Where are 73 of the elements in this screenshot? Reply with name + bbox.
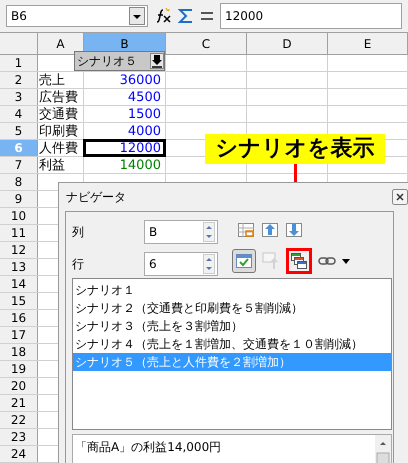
row-label-cell: 広告費 <box>38 90 78 104</box>
cell-reference: B6 <box>10 8 27 25</box>
row-label-cell: 交通費 <box>38 108 78 120</box>
end-icon[interactable] <box>286 223 302 237</box>
contents-toggle-button[interactable] <box>232 249 256 273</box>
row-header[interactable]: 7 <box>0 157 38 173</box>
row-header[interactable]: 11 <box>0 225 38 241</box>
spin-arrows-icon[interactable] <box>203 222 215 242</box>
row-header[interactable]: 23 <box>0 429 38 445</box>
start-icon[interactable] <box>262 223 278 237</box>
row-label: 行 <box>72 256 85 273</box>
value-cell-text: 12000 <box>120 142 162 154</box>
row-header[interactable]: 13 <box>0 259 38 275</box>
row-label-cell: 利益 <box>38 158 65 172</box>
row-header[interactable]: 18 <box>0 344 38 360</box>
row-header[interactable]: 14 <box>0 276 38 292</box>
row-header[interactable]: 1 <box>0 55 38 71</box>
row-spin-field[interactable]: 6 <box>144 252 218 276</box>
column-header[interactable]: D <box>247 33 328 54</box>
value-cell-text: 14000 <box>120 158 162 172</box>
row-label-cell: 売上 <box>38 74 65 86</box>
formula-input[interactable]: 12000 <box>220 3 402 29</box>
row-header[interactable]: 15 <box>0 293 38 309</box>
row-header[interactable]: 12 <box>0 242 38 258</box>
scenario-item[interactable]: シナリオ２（交通費と印刷費を５割削減） <box>73 299 391 317</box>
callout-label: シナリオを表示 <box>205 134 385 164</box>
scenario-item[interactable]: シナリオ４（売上を１割増加、交通費を１０割削減） <box>73 335 391 353</box>
column-spin-field[interactable]: B <box>144 220 218 244</box>
scenario-comment: 「商品A」の利益14,000円 <box>74 439 222 456</box>
function-wizard-icon[interactable] <box>154 7 172 25</box>
row-header[interactable]: 16 <box>0 310 38 326</box>
select-all-corner[interactable] <box>0 33 38 54</box>
data-range-icon[interactable] <box>238 223 254 237</box>
close-icon[interactable] <box>392 189 408 205</box>
row-header[interactable]: 9 <box>0 191 38 207</box>
value-cell-text: 4000 <box>128 124 162 138</box>
value-cell-text: 1500 <box>128 108 162 120</box>
row-header[interactable]: 21 <box>0 395 38 411</box>
column-label: 列 <box>72 224 85 241</box>
scenario-dropdown[interactable]: シナリオ５ <box>74 51 165 71</box>
column-header[interactable]: A <box>38 33 84 54</box>
row-header[interactable]: 20 <box>0 378 38 394</box>
scenario-item[interactable]: シナリオ１ <box>73 281 391 299</box>
row-header[interactable]: 5 <box>0 123 38 139</box>
row-header[interactable]: 24 <box>0 446 38 462</box>
scenario-item[interactable]: シナリオ３（売上を３割増加） <box>73 317 391 335</box>
dropdown-arrow-icon[interactable] <box>342 258 350 264</box>
scrollbar[interactable] <box>375 435 391 463</box>
scenarios-icon <box>291 253 307 269</box>
link-icon[interactable] <box>318 256 336 266</box>
checkmark-icon <box>236 254 252 268</box>
row-header[interactable]: 4 <box>0 106 38 122</box>
dialog-title: ナビゲータ <box>66 189 126 206</box>
row-header[interactable]: 10 <box>0 208 38 224</box>
value-cell-text: 4500 <box>128 90 162 104</box>
row-header[interactable]: 17 <box>0 327 38 343</box>
row-header[interactable]: 8 <box>0 174 38 190</box>
dropdown-button[interactable] <box>129 7 145 25</box>
value-cell-text: 36000 <box>120 74 162 86</box>
sum-icon[interactable] <box>178 8 194 24</box>
spin-arrows-icon[interactable] <box>203 254 215 274</box>
row-label-cell: 人件費 <box>38 142 78 154</box>
row-header[interactable]: 19 <box>0 361 38 377</box>
column-header[interactable]: C <box>166 33 247 54</box>
toggle-icon[interactable] <box>262 252 280 270</box>
row-header[interactable]: 3 <box>0 89 38 105</box>
name-box[interactable]: B6 <box>6 5 148 27</box>
row-header[interactable]: 22 <box>0 412 38 428</box>
row-header[interactable]: 2 <box>0 72 38 88</box>
scenarios-button[interactable] <box>286 248 312 274</box>
column-header[interactable]: E <box>328 33 408 54</box>
equals-icon[interactable] <box>200 12 214 20</box>
row-label-cell: 印刷費 <box>38 124 78 138</box>
